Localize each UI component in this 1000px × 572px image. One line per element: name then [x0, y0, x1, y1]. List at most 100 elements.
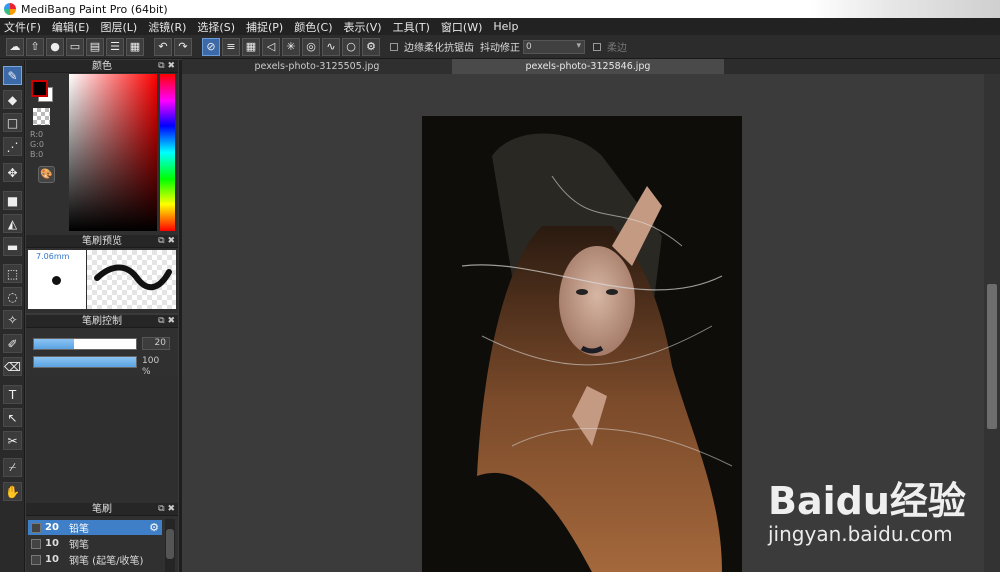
snap-concentric-icon[interactable]: ◎ — [302, 37, 320, 56]
panel-close-icon[interactable]: ⧉ ✖ — [158, 235, 175, 248]
cloud-icon[interactable]: ☁ — [6, 37, 24, 56]
comment-icon[interactable]: ▭ — [66, 37, 84, 56]
brush-tip-preview: 7.06mm — [28, 250, 86, 309]
tab-document-2[interactable]: pexels-photo-3125846.jpg — [452, 59, 724, 74]
brush-opacity-fill — [34, 357, 136, 367]
snap-perspective-icon[interactable]: ◁ — [262, 37, 280, 56]
stabilizer-label: 抖动修正 — [480, 43, 520, 54]
document-icon[interactable]: ▤ — [86, 37, 104, 56]
snap-curve-icon[interactable]: ∿ — [322, 37, 340, 56]
hue-slider[interactable] — [160, 74, 175, 231]
tabs-empty-area — [724, 59, 1000, 74]
snap-off-icon[interactable]: ⊘ — [202, 37, 220, 56]
brush-item-size: 20 — [45, 522, 59, 533]
redo-icon[interactable]: ↷ — [174, 37, 192, 56]
foreground-color-swatch[interactable] — [31, 80, 48, 97]
text-tool-icon[interactable]: T — [3, 385, 22, 404]
gear-icon[interactable]: ⚙ — [149, 521, 159, 534]
brush-list-title: 笔刷 — [92, 504, 112, 515]
menu-window[interactable]: 窗口(W) — [441, 19, 482, 35]
undo-icon[interactable]: ↶ — [154, 37, 172, 56]
menu-snap[interactable]: 捕捉(P) — [246, 19, 283, 35]
top-toolbar: ☁ ⇧ ● ▭ ▤ ☰ ▦ ↶ ↷ ⊘ ≡ ▦ ◁ ✳ ◎ ∿ ○ ⚙ 边缘柔化… — [0, 35, 1000, 59]
brush-preview-header: 笔刷预览 ⧉ ✖ — [26, 235, 178, 248]
stabilizer-select[interactable]: 0 — [523, 39, 585, 54]
brush-opacity-slider[interactable] — [33, 356, 137, 368]
grid-menu-icon[interactable]: ▦ — [126, 37, 144, 56]
brush-tool-icon[interactable]: ✎ — [3, 66, 22, 85]
bucket-tool-icon[interactable]: ◭ — [3, 214, 22, 233]
canvas-scroll-thumb[interactable] — [987, 284, 997, 429]
brush-item[interactable]: 10 钢笔 (起笔/收笔) — [28, 552, 162, 567]
canvas-vertical-scrollbar[interactable] — [984, 74, 1000, 572]
menu-edit[interactable]: 编辑(E) — [52, 19, 90, 35]
panel-close-icon[interactable]: ⧉ ✖ — [158, 315, 175, 328]
lasso-icon[interactable]: ◌ — [3, 287, 22, 306]
snap-radial-icon[interactable]: ✳ — [282, 37, 300, 56]
brush-control-panel: 笔刷控制 ⧉ ✖ 20 100 % — [26, 315, 178, 377]
brush-list-panel: 笔刷 ⧉ ✖ 20 铅笔 ⚙ 10 钢笔 10 钢笔 (起笔/收笔) — [26, 503, 178, 572]
brush-size-slider[interactable] — [33, 338, 137, 350]
brush-swatch — [31, 538, 41, 549]
brush-preview-panel: 笔刷预览 ⧉ ✖ 7.06mm — [26, 235, 178, 313]
soft-edge-checkbox[interactable] — [593, 42, 601, 51]
brush-size-value[interactable]: 20 — [142, 337, 170, 350]
baidu-watermark: Baidu经验 jingyan.baidu.com — [768, 470, 968, 555]
menu-file[interactable]: 文件(F) — [4, 19, 41, 35]
menu-help[interactable]: Help — [493, 20, 518, 33]
hand-tool-icon[interactable]: ✋ — [3, 482, 22, 501]
canvas-image[interactable] — [422, 116, 742, 572]
title-bar-shade — [810, 0, 1000, 18]
fill-shape-tool-icon[interactable]: ■ — [3, 191, 22, 210]
select-rect-icon[interactable]: ⬚ — [3, 264, 22, 283]
saturation-value-picker[interactable] — [69, 74, 157, 231]
gradient-tool-icon[interactable]: ▬ — [3, 237, 22, 256]
antialias-checkbox[interactable] — [390, 42, 398, 51]
menu-view[interactable]: 表示(V) — [343, 19, 381, 35]
watermark-brand: Baidu经验 — [768, 479, 966, 523]
divide-tool-icon[interactable]: ✂ — [3, 431, 22, 450]
menu-tools[interactable]: 工具(T) — [393, 19, 430, 35]
antialias-label: 边缘柔化抗锯齿 — [404, 43, 474, 54]
brush-stroke-preview — [87, 250, 176, 309]
brush-item[interactable]: 10 钢笔 — [28, 536, 162, 551]
snap-circle-icon[interactable]: ○ — [342, 37, 360, 56]
list-icon[interactable]: ☰ — [106, 37, 124, 56]
dot-brush-tool-icon[interactable]: ⋰ — [3, 137, 22, 156]
eyedropper-icon[interactable]: ⌿ — [3, 458, 22, 477]
select-eraser-icon[interactable]: ⌫ — [3, 357, 22, 376]
settings-icon[interactable]: ⚙ — [362, 37, 380, 56]
menu-color[interactable]: 颜色(C) — [294, 19, 332, 35]
panel-close-icon[interactable]: ⧉ ✖ — [158, 503, 175, 516]
menu-layer[interactable]: 图层(L) — [100, 19, 137, 35]
panel-close-icon[interactable]: ⧉ ✖ — [158, 60, 175, 73]
watermark-site: jingyan.baidu.com — [768, 522, 953, 546]
soft-edge-label: 柔边 — [607, 43, 627, 54]
brush-swatch — [31, 522, 41, 533]
brush-item[interactable]: 20 铅笔 ⚙ — [28, 520, 162, 535]
snap-grid-icon[interactable]: ▦ — [242, 37, 260, 56]
color-panel-header: 颜色 ⧉ ✖ — [26, 60, 178, 73]
operation-tool-icon[interactable]: ↖ — [3, 408, 22, 427]
menu-select[interactable]: 选择(S) — [197, 19, 235, 35]
brush-list-scrollbar[interactable] — [165, 519, 175, 572]
brush-list-scroll-thumb[interactable] — [166, 529, 174, 559]
palette-icon[interactable]: 🎨 — [38, 166, 55, 183]
upload-icon[interactable]: ⇧ — [26, 37, 44, 56]
brush-size-mm: 7.06mm — [36, 252, 70, 261]
rectangle-tool-icon[interactable]: □ — [3, 113, 22, 132]
chat-icon[interactable]: ● — [46, 37, 64, 56]
eraser-tool-icon[interactable]: ◆ — [3, 90, 22, 109]
move-tool-icon[interactable]: ✥ — [3, 163, 22, 182]
tool-bar: ✎ ◆ □ ⋰ ✥ ■ ◭ ▬ ⬚ ◌ ✧ ✐ ⌫ T ↖ ✂ ⌿ ✋ — [0, 60, 25, 572]
brush-list-header: 笔刷 ⧉ ✖ — [26, 503, 178, 516]
snap-parallel-icon[interactable]: ≡ — [222, 37, 240, 56]
magic-wand-icon[interactable]: ✧ — [3, 310, 22, 329]
window-title: MediBang Paint Pro (64bit) — [21, 2, 168, 16]
select-pen-icon[interactable]: ✐ — [3, 334, 22, 353]
tab-document-1[interactable]: pexels-photo-3125505.jpg — [182, 59, 452, 74]
blue-value: B:0 — [30, 150, 44, 159]
transparent-color-swatch[interactable] — [33, 108, 50, 125]
title-bar: MediBang Paint Pro (64bit) — [0, 0, 1000, 18]
menu-filter[interactable]: 滤镜(R) — [148, 19, 186, 35]
